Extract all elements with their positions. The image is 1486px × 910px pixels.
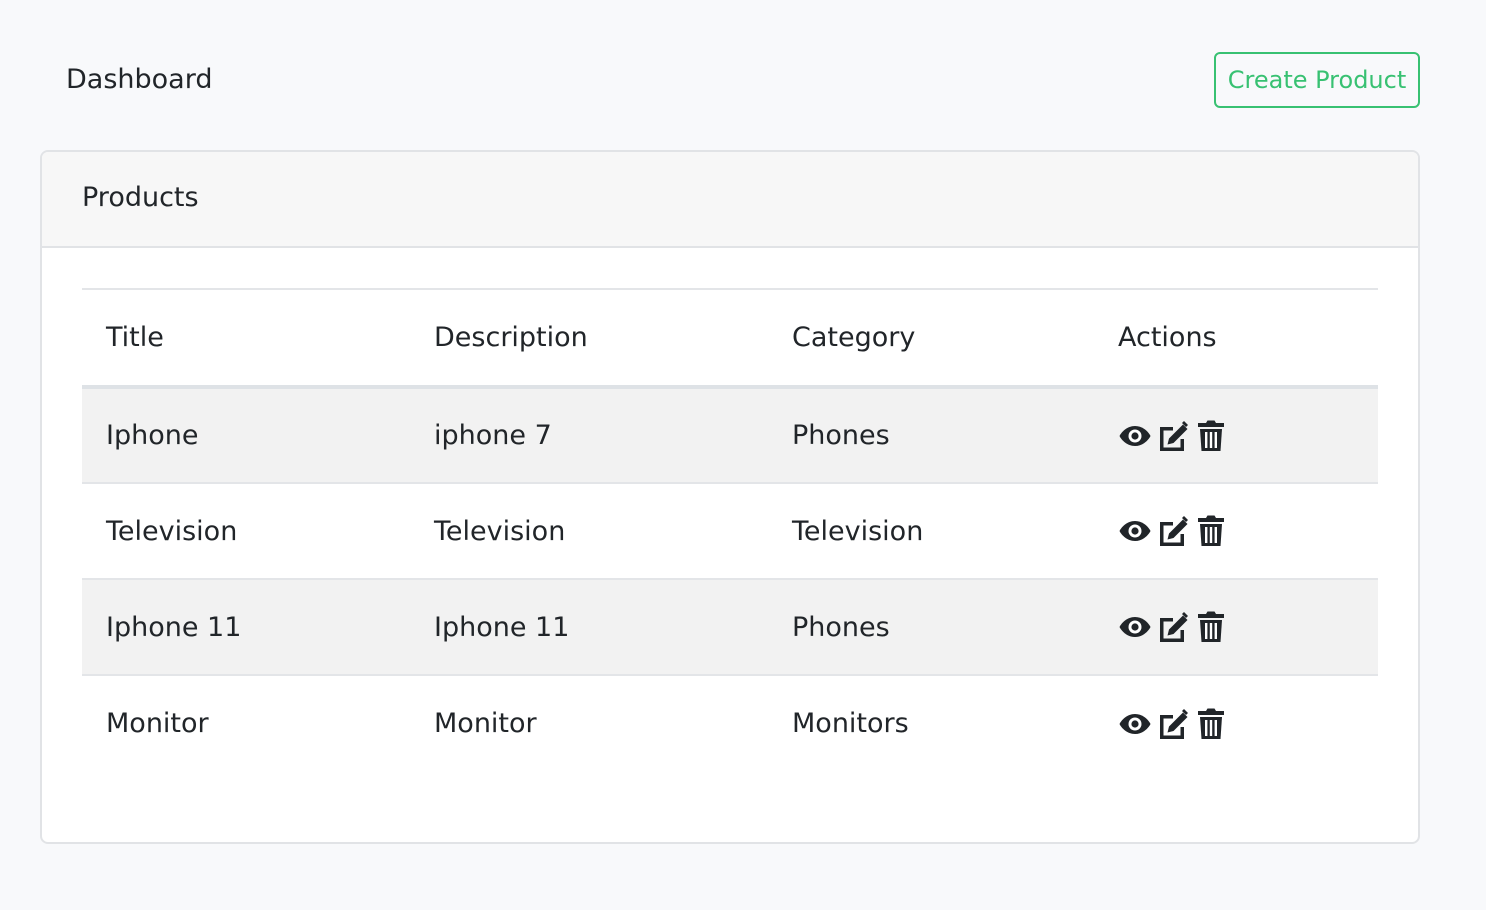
eye-icon[interactable] [1118, 707, 1152, 741]
cell-title: Monitor [106, 708, 209, 739]
table-row: Monitor Monitor Monitors [82, 675, 1378, 771]
trash-icon[interactable] [1194, 514, 1228, 548]
table-row: Iphone iphone 7 Phones [82, 387, 1378, 483]
create-product-button[interactable]: Create Product [1214, 52, 1420, 108]
edit-icon[interactable] [1156, 514, 1190, 548]
column-header-description: Description [434, 322, 588, 353]
cell-category: Phones [792, 611, 890, 643]
edit-icon[interactable] [1156, 419, 1190, 453]
row-actions [1118, 419, 1378, 453]
eye-icon[interactable] [1118, 514, 1152, 548]
table-header-row: Title Description Category Actions [82, 289, 1378, 387]
edit-icon[interactable] [1156, 707, 1190, 741]
card-body: Title Description Category Actions Iphon… [42, 248, 1418, 771]
eye-icon[interactable] [1118, 419, 1152, 453]
cell-description: iphone 7 [434, 420, 552, 451]
trash-icon[interactable] [1194, 707, 1228, 741]
page-title: Dashboard [66, 64, 213, 95]
cell-description: Iphone 11 [434, 611, 570, 643]
cell-actions [1094, 483, 1378, 579]
cell-title: Iphone 11 [106, 611, 242, 643]
page-header: Dashboard Create Product [0, 0, 1486, 150]
products-table: Title Description Category Actions Iphon… [82, 288, 1378, 771]
cell-actions [1094, 579, 1378, 675]
cell-category: Phones [792, 420, 890, 451]
row-actions [1118, 707, 1378, 741]
cell-title: Iphone [106, 420, 199, 451]
cell-category: Monitors [792, 708, 909, 739]
column-header-actions: Actions [1118, 322, 1217, 353]
cell-description: Television [434, 515, 566, 547]
cell-actions [1094, 675, 1378, 771]
trash-icon[interactable] [1194, 610, 1228, 644]
edit-icon[interactable] [1156, 610, 1190, 644]
cell-category: Television [792, 515, 924, 547]
card-header: Products [42, 152, 1418, 248]
cell-actions [1094, 387, 1378, 483]
trash-icon[interactable] [1194, 419, 1228, 453]
cell-title: Television [106, 515, 238, 547]
table-row: Iphone 11 Iphone 11 Phones [82, 579, 1378, 675]
column-header-title: Title [106, 322, 164, 353]
products-card: Products Title Description Category Acti… [40, 150, 1420, 844]
eye-icon[interactable] [1118, 610, 1152, 644]
row-actions [1118, 610, 1378, 644]
table-row: Television Television Television [82, 483, 1378, 579]
column-header-category: Category [792, 322, 916, 353]
cell-description: Monitor [434, 708, 537, 739]
card-title: Products [82, 182, 199, 213]
row-actions [1118, 514, 1378, 548]
